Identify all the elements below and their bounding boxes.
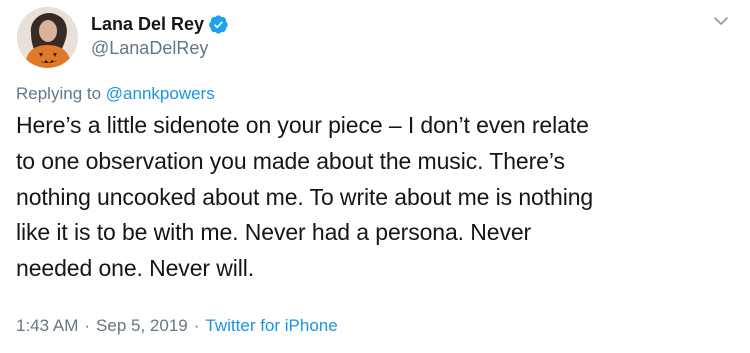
replying-to-label: Replying to	[16, 84, 102, 103]
meta-separator: ·	[193, 316, 200, 335]
tweet-text-line: to one observation you made about the mu…	[16, 147, 565, 174]
replying-to: Replying to @annkpowers	[16, 84, 215, 104]
author-handle[interactable]: @LanaDelRey	[91, 38, 208, 59]
verified-badge-icon	[209, 14, 228, 34]
author-name-row: Lana Del Rey	[91, 12, 229, 36]
meta-separator: ·	[84, 316, 91, 335]
tweet-text-line: needed one. Never will.	[16, 255, 255, 282]
tweet-metadata: 1:43 AM · Sep 5, 2019 · Twitter for iPho…	[16, 316, 338, 336]
reply-mention-link[interactable]: @annkpowers	[106, 84, 215, 103]
tweet-text-line: like it is to be with me. Never had a pe…	[16, 219, 532, 246]
display-name[interactable]: Lana Del Rey	[91, 14, 204, 35]
tweet-date[interactable]: Sep 5, 2019	[96, 316, 188, 336]
tweet-text: Here’s a little sidenote on your piece –…	[16, 108, 741, 287]
tweet-time[interactable]: 1:43 AM	[16, 316, 78, 336]
tweet-text-line: nothing uncooked about me. To write abou…	[16, 183, 594, 210]
tweet-text-line: Here’s a little sidenote on your piece –…	[16, 112, 589, 138]
tweet-source-link[interactable]: Twitter for iPhone	[205, 316, 337, 336]
tweet-menu-button[interactable]	[708, 8, 734, 34]
tweet-card: Lana Del Rey @LanaDelRey Replying to @an…	[0, 0, 750, 353]
avatar[interactable]	[17, 7, 78, 68]
avatar-image	[17, 7, 78, 68]
chevron-down-icon	[714, 16, 728, 25]
